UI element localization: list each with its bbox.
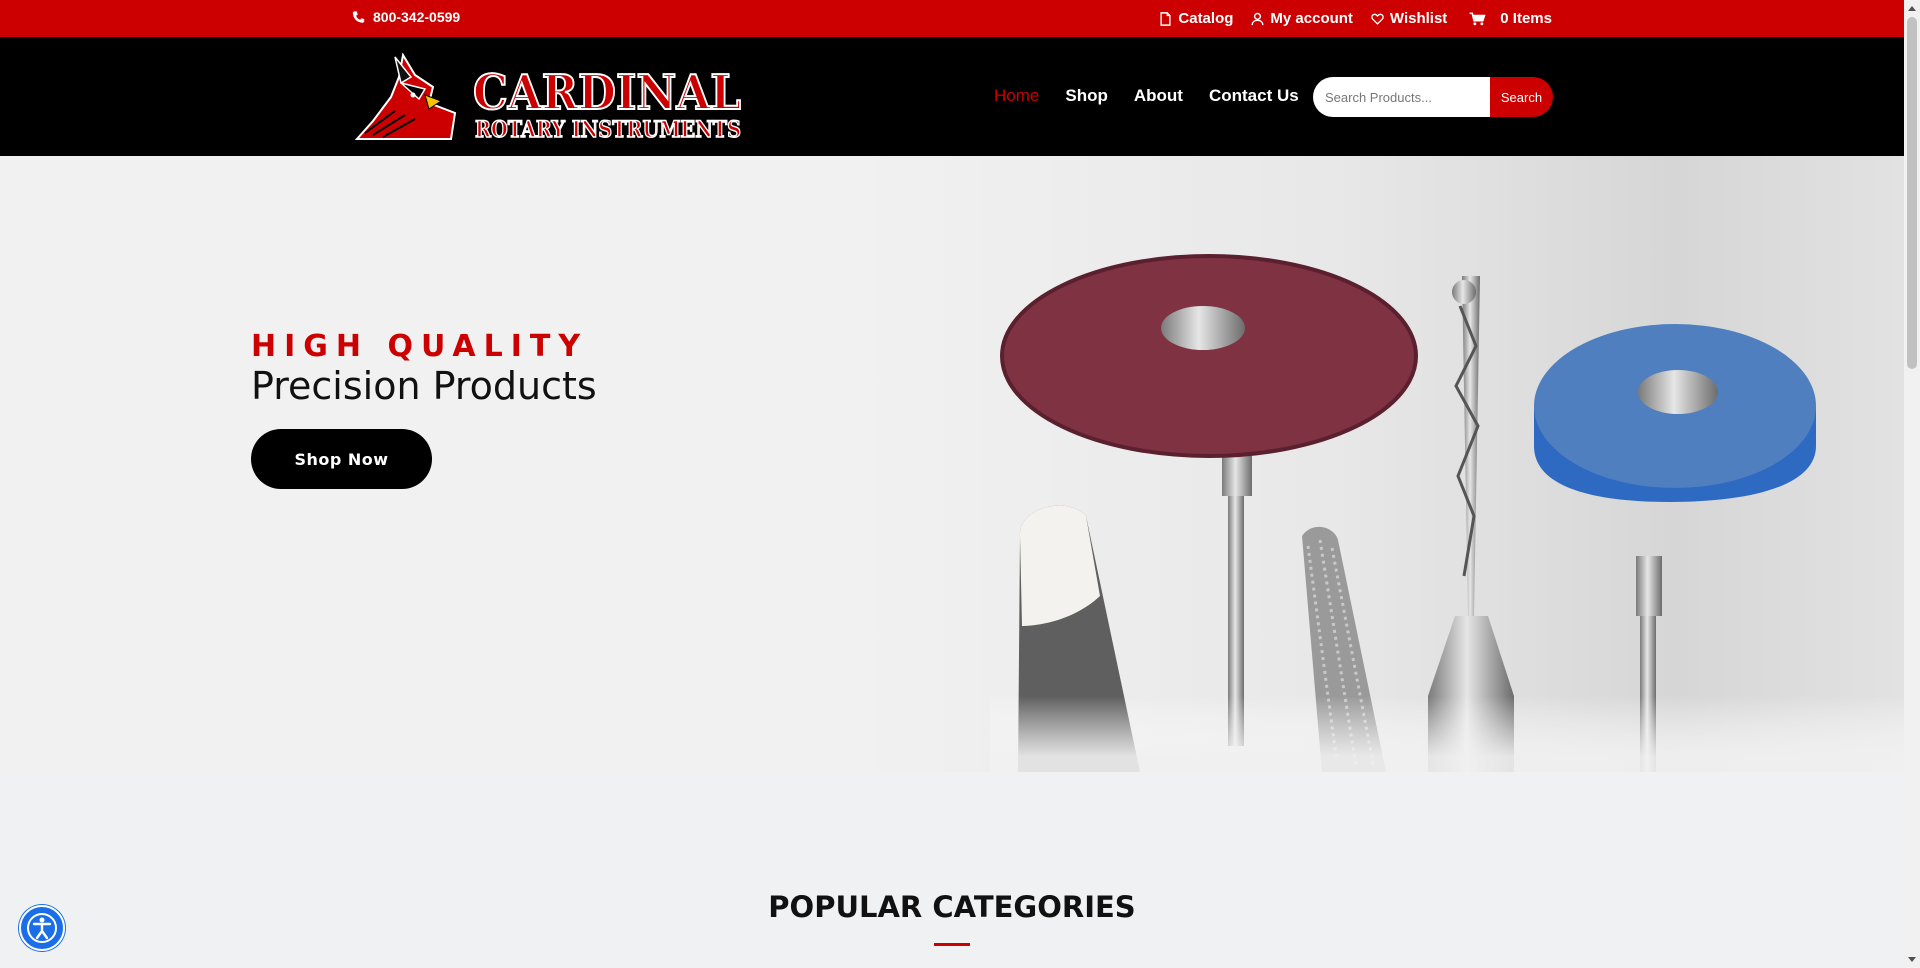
nav-contact-us[interactable]: Contact Us: [1209, 86, 1299, 106]
hero-banner: HIGH QUALITY Precision Products Shop Now: [0, 156, 1904, 772]
logo-text-rotary: ROTARY INSTRUMENTS: [475, 117, 741, 141]
phone-link[interactable]: 800-342-0599: [352, 9, 460, 25]
my-account-label: My account: [1270, 10, 1353, 27]
heart-icon: [1371, 13, 1384, 25]
cart-link[interactable]: 0 Items: [1469, 10, 1552, 27]
product-search: Search: [1313, 77, 1553, 117]
popular-categories-heading: POPULAR CATEGORIES: [768, 890, 1136, 924]
shop-now-button[interactable]: Shop Now: [251, 429, 432, 489]
wishlist-link[interactable]: Wishlist: [1371, 10, 1447, 27]
wishlist-label: Wishlist: [1389, 10, 1448, 27]
accessibility-icon: [27, 913, 57, 943]
phone-number: 800-342-0599: [373, 9, 461, 25]
search-button[interactable]: Search: [1490, 77, 1553, 117]
phone-icon: [352, 11, 365, 23]
hero-kicker: HIGH QUALITY: [251, 329, 589, 364]
site-header: CARDINAL ROTARY INSTRUMENTS Home Shop Ab…: [0, 37, 1904, 156]
top-links: Catalog My account Wishlist 0 Items: [1159, 10, 1552, 27]
cart-icon: [1469, 12, 1486, 25]
heading-underline: [934, 943, 970, 946]
search-input[interactable]: [1313, 77, 1490, 117]
main-nav: Home Shop About Contact Us: [994, 86, 1299, 106]
document-icon: [1160, 11, 1171, 26]
rotary-tools-image: [990, 254, 1904, 772]
hero-text: HIGH QUALITY Precision Products: [251, 329, 597, 408]
cardinal-bird-icon: [355, 53, 457, 140]
nav-about[interactable]: About: [1134, 86, 1183, 106]
catalog-link[interactable]: Catalog: [1159, 10, 1233, 27]
logo-text-cardinal: CARDINAL: [473, 65, 741, 121]
accessibility-button[interactable]: [19, 905, 65, 951]
user-icon: [1251, 12, 1264, 25]
hero-headline: Precision Products: [251, 364, 597, 408]
cardinal-logo[interactable]: CARDINAL ROTARY INSTRUMENTS: [355, 53, 747, 141]
my-account-link[interactable]: My account: [1251, 10, 1353, 27]
cart-label: 0 Items: [1500, 10, 1552, 27]
nav-shop[interactable]: Shop: [1065, 86, 1108, 106]
scroll-down-arrow-icon[interactable]: [1907, 953, 1917, 965]
catalog-label: Catalog: [1178, 10, 1234, 27]
scrollbar-thumb[interactable]: [1907, 17, 1917, 369]
nav-home[interactable]: Home: [994, 86, 1039, 106]
top-bar: 800-342-0599 Catalog My account Wishlist…: [0, 0, 1904, 37]
scroll-up-arrow-icon[interactable]: [1907, 3, 1917, 15]
